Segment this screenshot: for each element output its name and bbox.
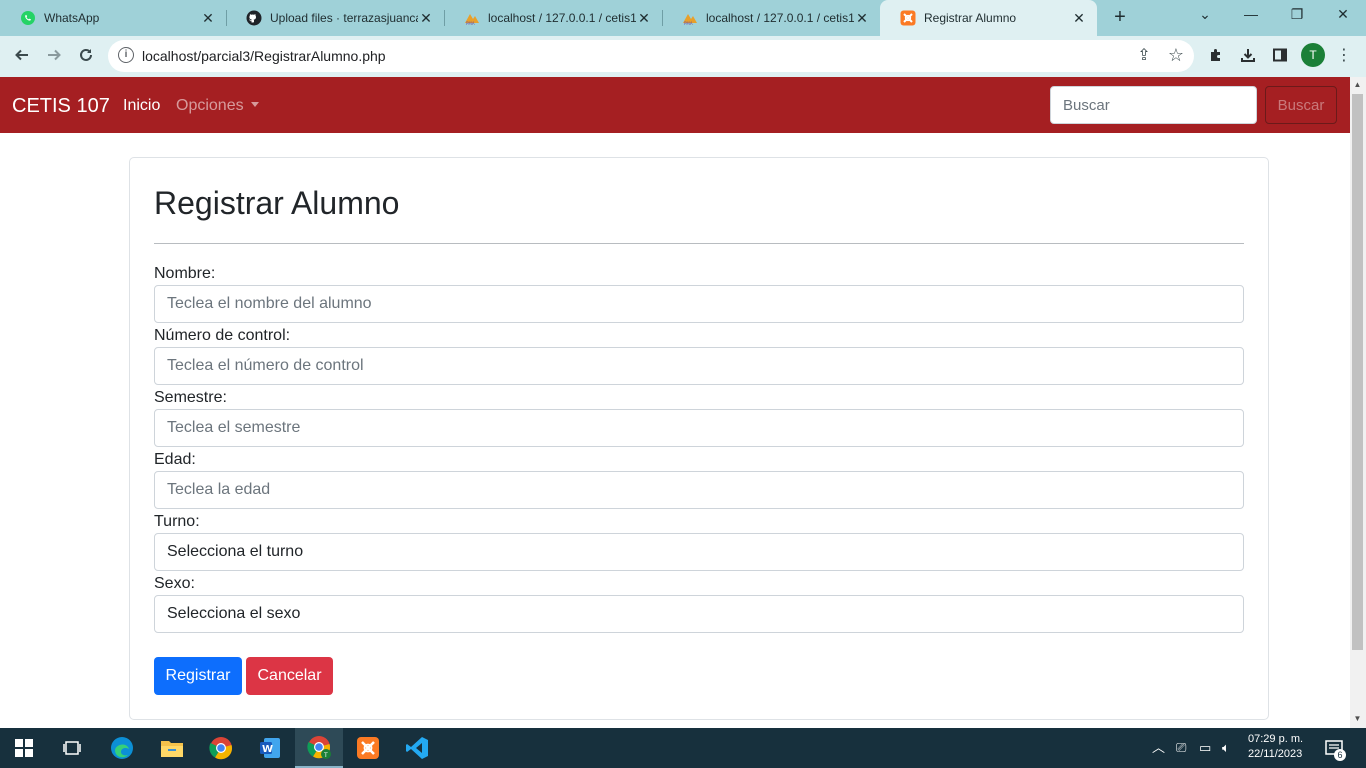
side-panel-icon[interactable] bbox=[1266, 41, 1294, 69]
close-icon[interactable]: ✕ bbox=[200, 10, 216, 26]
whatsapp-icon bbox=[20, 10, 36, 26]
scrollbar-thumb[interactable] bbox=[1352, 94, 1363, 650]
edad-label: Edad: bbox=[154, 451, 196, 468]
close-window-button[interactable]: ✕ bbox=[1320, 0, 1366, 30]
edad-input[interactable] bbox=[154, 471, 1244, 509]
xampp-icon bbox=[900, 10, 916, 26]
svg-text:T: T bbox=[323, 752, 328, 759]
restore-button[interactable]: ❐ bbox=[1274, 0, 1320, 30]
sexo-label: Sexo: bbox=[154, 575, 195, 592]
turno-label: Turno: bbox=[154, 513, 200, 530]
semestre-input[interactable] bbox=[154, 409, 1244, 447]
clock-date: 22/11/2023 bbox=[1248, 748, 1303, 760]
network-icon[interactable]: ▭ bbox=[1199, 740, 1211, 756]
share-icon[interactable]: ⇪ bbox=[1130, 41, 1158, 69]
navbar-search-input[interactable] bbox=[1050, 86, 1257, 124]
svg-text:PMA: PMA bbox=[466, 21, 475, 26]
tray-meet-icon[interactable]: ⎚ bbox=[1176, 740, 1186, 756]
xampp-control-icon[interactable] bbox=[344, 728, 392, 768]
edge-icon[interactable] bbox=[98, 728, 146, 768]
tab-phpmyadmin-1[interactable]: PMA localhost / 127.0.0.1 / cetis1 ✕ bbox=[444, 0, 662, 36]
file-explorer-icon[interactable] bbox=[148, 728, 196, 768]
notification-count-badge: 6 bbox=[1334, 749, 1346, 761]
close-icon[interactable]: ✕ bbox=[854, 10, 870, 26]
sexo-select[interactable]: Selecciona el sexo bbox=[154, 595, 1244, 633]
download-icon[interactable] bbox=[1234, 41, 1262, 69]
tab-title: Registrar Alumno bbox=[924, 11, 1017, 25]
chrome-profile-icon[interactable]: T bbox=[295, 728, 343, 768]
nav-dropdown-opciones[interactable]: Opciones bbox=[176, 96, 259, 116]
task-view-icon[interactable] bbox=[48, 728, 96, 768]
arrow-left-icon bbox=[15, 49, 28, 61]
tab-search-button[interactable]: ⌄ bbox=[1182, 0, 1228, 30]
numero-control-input[interactable] bbox=[154, 347, 1244, 385]
windows-start-icon[interactable] bbox=[0, 728, 48, 768]
extensions-icon[interactable] bbox=[1202, 41, 1230, 69]
navbar-brand[interactable]: CETIS 107 bbox=[12, 95, 110, 117]
close-icon[interactable]: ✕ bbox=[418, 10, 434, 26]
numero-control-label: Número de control: bbox=[154, 327, 291, 344]
tab-whatsapp[interactable]: WhatsApp ✕ bbox=[0, 0, 226, 36]
forward-button[interactable] bbox=[40, 41, 68, 69]
tray-chevron-up-icon[interactable]: ︿ bbox=[1152, 740, 1165, 756]
tab-title: WhatsApp bbox=[44, 11, 100, 25]
turno-select[interactable]: Selecciona el turno bbox=[154, 533, 1244, 571]
page-title: Registrar Alumno bbox=[154, 185, 400, 221]
tab-registrar-alumno[interactable]: Registrar Alumno ✕ bbox=[880, 0, 1097, 36]
semestre-label: Semestre: bbox=[154, 389, 227, 406]
tab-phpmyadmin-2[interactable]: PMA localhost / 127.0.0.1 / cetis1 ✕ bbox=[662, 0, 880, 36]
nombre-label: Nombre: bbox=[154, 265, 216, 282]
address-url[interactable]: localhost/parcial3/RegistrarAlumno.php bbox=[142, 47, 386, 65]
nombre-input[interactable] bbox=[154, 285, 1244, 323]
reload-button[interactable] bbox=[72, 41, 100, 69]
phpmyadmin-icon: PMA bbox=[682, 10, 698, 26]
svg-text:PMA: PMA bbox=[684, 21, 693, 26]
nav-link-inicio[interactable]: Inicio bbox=[123, 96, 160, 116]
close-icon[interactable]: ✕ bbox=[1071, 10, 1087, 26]
new-tab-button[interactable]: + bbox=[1108, 6, 1132, 30]
bookmark-star-icon[interactable]: ☆ bbox=[1162, 41, 1190, 69]
tab-title: localhost / 127.0.0.1 / cetis1 bbox=[706, 11, 854, 25]
close-icon[interactable]: ✕ bbox=[636, 10, 652, 26]
taskbar-clock[interactable]: 07:29 p. m. 22/11/2023 bbox=[1248, 732, 1303, 762]
phpmyadmin-icon: PMA bbox=[464, 10, 480, 26]
reload-icon bbox=[80, 48, 92, 61]
word-icon[interactable]: W bbox=[246, 728, 294, 768]
minimize-button[interactable]: — bbox=[1228, 0, 1274, 30]
back-button[interactable] bbox=[8, 41, 36, 69]
scroll-down-arrow-icon[interactable]: ▼ bbox=[1352, 714, 1363, 724]
profile-avatar[interactable]: T bbox=[1301, 43, 1325, 67]
tab-title: localhost / 127.0.0.1 / cetis1 bbox=[488, 11, 636, 25]
vscode-icon[interactable] bbox=[393, 728, 441, 768]
tab-github[interactable]: Upload files · terrazasjuanca ✕ bbox=[226, 0, 444, 36]
clock-time: 07:29 p. m. bbox=[1248, 733, 1304, 745]
github-icon bbox=[246, 10, 262, 26]
caret-down-icon bbox=[250, 102, 259, 107]
cancelar-button[interactable]: Cancelar bbox=[246, 657, 333, 695]
registrar-button[interactable]: Registrar bbox=[154, 657, 242, 695]
chrome-icon[interactable] bbox=[197, 728, 245, 768]
svg-text:W: W bbox=[262, 744, 273, 755]
scroll-up-arrow-icon[interactable]: ▲ bbox=[1352, 80, 1363, 90]
navbar-search-button[interactable]: Buscar bbox=[1265, 86, 1337, 124]
tab-title: Upload files · terrazasjuanca bbox=[270, 11, 418, 25]
arrow-right-icon bbox=[48, 49, 61, 61]
menu-kebab-icon[interactable]: ⋮ bbox=[1330, 41, 1358, 69]
site-info-icon[interactable]: i bbox=[118, 47, 134, 63]
volume-icon[interactable]: 🔈︎ bbox=[1222, 740, 1230, 756]
title-divider bbox=[154, 243, 1244, 244]
nav-dropdown-label: Opciones bbox=[176, 97, 244, 114]
